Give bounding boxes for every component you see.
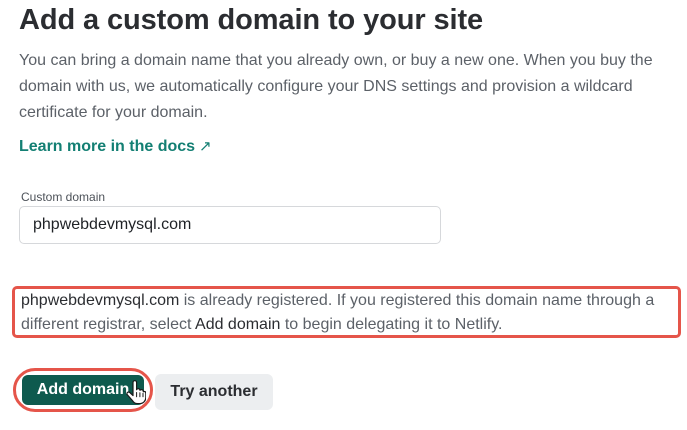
notice-action: Add domain [195,316,281,333]
notice-domain: phpwebdevmysql.com [21,292,180,309]
already-registered-notice: phpwebdevmysql.com is already registered… [12,286,681,338]
page-title: Add a custom domain to your site [19,4,484,36]
notice-text-after: to begin delegating it to Netlify. [280,316,503,333]
docs-link-label: Learn more in the docs [19,138,196,155]
intro-paragraph: You can bring a domain name that you alr… [19,52,653,121]
external-link-icon: ↗ [199,138,212,155]
custom-domain-label: Custom domain [21,190,106,204]
custom-domain-input[interactable] [19,206,441,244]
hand-pointer-icon [126,380,146,404]
learn-more-docs-link[interactable]: Learn more in the docs ↗ [19,137,212,156]
try-another-button[interactable]: Try another [155,374,273,410]
